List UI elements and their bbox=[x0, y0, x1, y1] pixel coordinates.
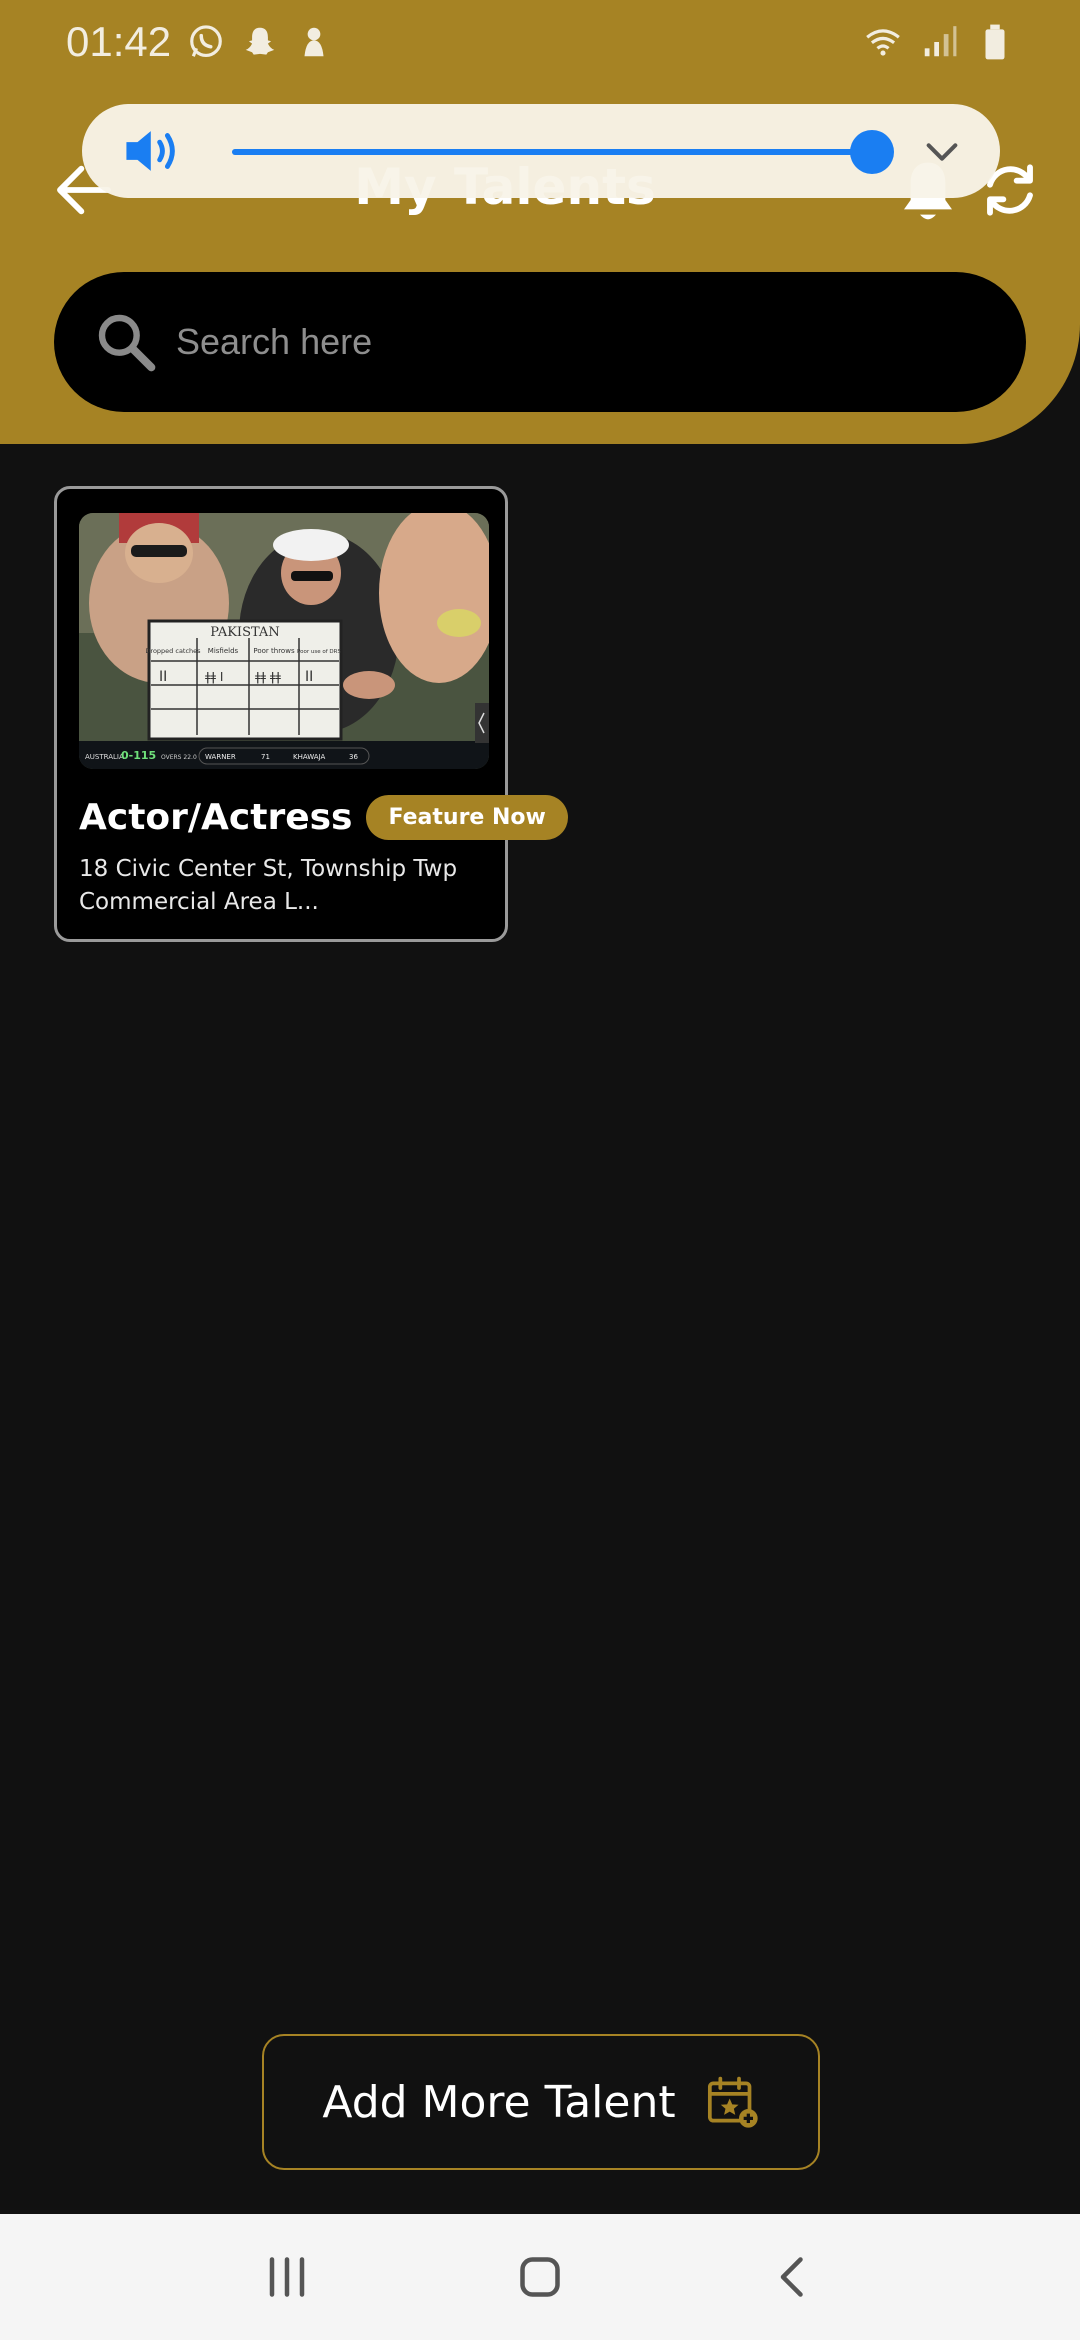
recent-apps-icon[interactable] bbox=[257, 2247, 317, 2307]
snapchat-icon bbox=[245, 27, 275, 55]
board-column-3: Poor throws bbox=[253, 647, 295, 655]
feature-now-button[interactable]: Feature Now bbox=[366, 795, 568, 840]
home-icon[interactable] bbox=[510, 2247, 570, 2307]
volume-slider[interactable] bbox=[232, 130, 894, 174]
batter-2-runs: 36 bbox=[349, 753, 358, 761]
svg-text:ǂǂ ǂǂ: ǂǂ ǂǂ bbox=[255, 670, 281, 684]
svg-text:II: II bbox=[159, 669, 167, 685]
battery-icon bbox=[985, 24, 1005, 60]
ghost-icon bbox=[304, 27, 324, 57]
board-column-4: Poor use of DRS bbox=[297, 649, 341, 655]
whatsapp-icon bbox=[190, 25, 222, 58]
talent-title-row: Actor/Actress Feature Now bbox=[79, 795, 568, 840]
volume-overlay bbox=[82, 104, 1000, 198]
batter-2: KHAWAJA bbox=[293, 753, 326, 761]
back-icon[interactable] bbox=[763, 2247, 823, 2307]
search-icon bbox=[98, 314, 156, 372]
calendar-star-icon bbox=[707, 2076, 758, 2128]
status-system-icons bbox=[864, 23, 1014, 61]
talent-card[interactable]: PAKISTAN Dropped catches Misfields Poor … bbox=[54, 486, 568, 942]
score-value: 0-115 bbox=[121, 749, 156, 762]
talent-thumbnail: PAKISTAN Dropped catches Misfields Poor … bbox=[79, 513, 489, 769]
score-overs: OVERS 22.0 bbox=[161, 754, 197, 761]
volume-slider-fill bbox=[232, 149, 872, 155]
board-title: PAKISTAN bbox=[210, 625, 279, 640]
board-column-2: Misfields bbox=[208, 647, 239, 655]
svg-text:II: II bbox=[305, 669, 313, 685]
batter-1: WARNER bbox=[205, 753, 236, 761]
talent-address: 18 Civic Center St, Township Twp Commerc… bbox=[79, 856, 458, 915]
speaker-icon[interactable] bbox=[122, 124, 184, 178]
thumbnail-image: PAKISTAN Dropped catches Misfields Poor … bbox=[79, 513, 489, 769]
add-more-talent-button[interactable]: Add More Talent bbox=[262, 2034, 820, 2170]
system-nav-bar bbox=[0, 2214, 1080, 2340]
batter-1-runs: 71 bbox=[261, 753, 270, 761]
status-bar: 01:42 bbox=[0, 0, 1080, 84]
volume-slider-thumb[interactable] bbox=[850, 130, 894, 174]
svg-text:ǂǂ I: ǂǂ I bbox=[205, 670, 223, 684]
score-team: AUSTRALIA bbox=[85, 753, 124, 761]
status-notification-icons bbox=[187, 23, 333, 61]
wifi-icon bbox=[866, 29, 900, 56]
signal-icon bbox=[924, 26, 957, 57]
search-bar bbox=[54, 272, 1026, 412]
talent-title: Actor/Actress bbox=[79, 797, 353, 838]
status-time: 01:42 bbox=[66, 18, 172, 65]
chevron-down-icon[interactable] bbox=[922, 132, 962, 172]
board-column-1: Dropped catches bbox=[145, 647, 201, 655]
search-input[interactable] bbox=[176, 321, 976, 363]
add-more-talent-label: Add More Talent bbox=[322, 2076, 676, 2128]
